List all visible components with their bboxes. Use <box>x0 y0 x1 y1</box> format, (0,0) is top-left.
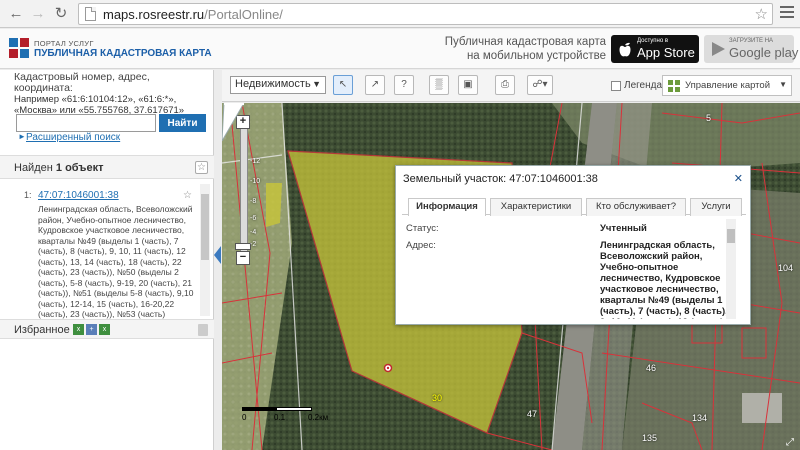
legend-label: Легенда <box>624 80 663 91</box>
sidebar: Кадастровый номер, адрес, координата: На… <box>0 70 214 450</box>
favorites-label: Избранное <box>14 324 70 336</box>
arrow-left-icon[interactable]: ← <box>6 4 26 24</box>
layers-tool-button[interactable]: ▣ <box>458 75 478 95</box>
search-hint: Кадастровый номер, адрес, координата: На… <box>14 71 185 117</box>
hamburger-menu-icon[interactable] <box>780 6 794 20</box>
zoom-tick-label: -10 <box>250 178 261 185</box>
result-number: 1: <box>24 190 32 200</box>
results-list: 1: 47:07:1046001:38 ☆ Ленинградская обла… <box>0 180 214 390</box>
trash-icon[interactable] <box>198 324 208 336</box>
logo-title-top: ПОРТАЛ УСЛУГ <box>34 39 94 48</box>
zoom-tick-label: -2 <box>250 241 257 248</box>
address-label: Адрес: <box>406 240 436 251</box>
print-button[interactable]: ⎙ <box>495 75 515 95</box>
zoom-tick-label: -12 <box>250 158 261 165</box>
apple-icon <box>619 42 631 57</box>
popup-title: Земельный участок: 47:07:1046001:38 <box>403 173 598 185</box>
map-label: 5 <box>706 113 712 123</box>
advanced-search-link[interactable]: Расширенный поиск <box>16 132 120 143</box>
zoom-tick-label: -4 <box>250 229 257 236</box>
map-control-dropdown[interactable]: Управление картой ▼ <box>662 75 792 96</box>
map-label: 46 <box>646 363 657 373</box>
results-scrollbar-thumb[interactable] <box>201 194 209 260</box>
url-text: maps.rosreestr.ru/PortalOnline/ <box>103 7 283 22</box>
bookmark-star-icon[interactable]: ☆ <box>755 5 768 23</box>
google-play-icon <box>712 42 725 56</box>
app-store-button[interactable]: Доступно в App Store <box>611 35 699 63</box>
scale-bar <box>242 407 312 411</box>
google-play-button[interactable]: ЗАГРУЗИТЕ НА Google play <box>704 35 798 63</box>
page-icon <box>85 7 96 21</box>
map-label: 47 <box>527 409 538 419</box>
map-label: 134 <box>692 413 708 423</box>
tab-information[interactable]: Информация <box>408 198 486 216</box>
logo-title-bottom[interactable]: ПУБЛИЧНАЯ КАДАСТРОВАЯ КАРТА <box>34 48 212 59</box>
search-button[interactable]: Найти <box>159 114 206 132</box>
map-label: 30 <box>432 393 443 403</box>
favorites-header: Избранное x + x <box>0 319 214 339</box>
tab-services[interactable]: Услуги <box>690 198 742 216</box>
result-star-icon[interactable]: ☆ <box>181 190 194 203</box>
popup-scrollbar-thumb[interactable] <box>727 229 735 243</box>
export-excel-icon[interactable]: x <box>99 324 110 335</box>
reload-icon[interactable]: ↻ <box>51 4 71 24</box>
tab-characteristics[interactable]: Характеристики <box>490 198 582 216</box>
parcel-info-popup: Земельный участок: 47:07:1046001:38 ✕ Ин… <box>395 165 751 325</box>
close-icon[interactable]: ✕ <box>734 172 743 185</box>
chart-tool-button[interactable]: ▒ <box>429 75 449 95</box>
collapse-sidebar-handle[interactable] <box>214 246 221 264</box>
popup-tabs: Информация Характеристики Кто обслуживае… <box>402 195 746 216</box>
map-canvas[interactable]: 30 47 134 135 104 46 5 + − -12 -10 -8 -6… <box>222 103 800 450</box>
address-value: Ленинградская область, Всеволожский райо… <box>600 240 728 319</box>
grid-icon <box>668 80 680 92</box>
results-header: Найден 1 объект ☆ <box>0 155 214 179</box>
map-label: 135 <box>642 433 658 443</box>
share-link-button[interactable]: ☍▾ <box>527 75 553 95</box>
star-icon[interactable]: ☆ <box>195 161 208 174</box>
mobile-promo-text: Публичная кадастровая карта на мобильном… <box>444 36 606 62</box>
result-address: Ленинградская область, Всеволожский райо… <box>38 204 194 319</box>
dropdown-arrow-icon: ▼ <box>312 79 321 89</box>
popup-pointer <box>222 103 245 141</box>
status-label: Статус: <box>406 223 439 234</box>
measure-tool-button[interactable]: ↗ <box>365 75 385 95</box>
found-label: Найден 1 объект <box>14 162 104 174</box>
browser-toolbar: ← → ↻ maps.rosreestr.ru/PortalOnline/ ☆ <box>0 0 800 28</box>
select-tool-button[interactable]: ↖ <box>333 75 353 95</box>
portal-logo-icon[interactable] <box>8 37 30 59</box>
tab-who-serves[interactable]: Кто обслуживает? <box>586 198 686 216</box>
dropdown-arrow-icon: ▼ <box>779 80 787 89</box>
legend-checkbox[interactable] <box>611 81 621 91</box>
result-cadastral-link[interactable]: 47:07:1046001:38 <box>38 190 119 201</box>
status-value: Учтенный <box>600 223 647 234</box>
identify-tool-button[interactable]: ? <box>394 75 414 95</box>
layer-select[interactable]: Недвижимость ▼ <box>230 76 326 94</box>
fullscreen-icon[interactable]: ⤢ <box>786 437 794 448</box>
import-icon[interactable]: + <box>86 324 97 335</box>
zoom-tick-label: -8 <box>250 198 257 205</box>
zoom-tick-label: -6 <box>250 215 257 222</box>
map-scale: 0 0.1 0.2км <box>242 405 362 425</box>
export-excel-icon[interactable]: x <box>73 324 84 335</box>
popup-content: Статус: Учтенный Адрес: Ленинградская об… <box>402 219 738 319</box>
map-toolbar: Недвижимость ▼ ↖ ↗ ? ▒ ▣ ⎙ ☍▾ Легенда Уп… <box>222 70 800 102</box>
zoom-slider-handle[interactable] <box>235 243 251 250</box>
map-label: 104 <box>778 263 794 273</box>
search-input[interactable] <box>16 114 156 132</box>
zoom-out-button[interactable]: − <box>236 251 250 265</box>
address-bar[interactable]: maps.rosreestr.ru/PortalOnline/ ☆ <box>78 3 773 25</box>
arrow-right-icon[interactable]: → <box>28 4 48 24</box>
site-header: ПОРТАЛ УСЛУГ ПУБЛИЧНАЯ КАДАСТРОВАЯ КАРТА… <box>0 29 800 69</box>
